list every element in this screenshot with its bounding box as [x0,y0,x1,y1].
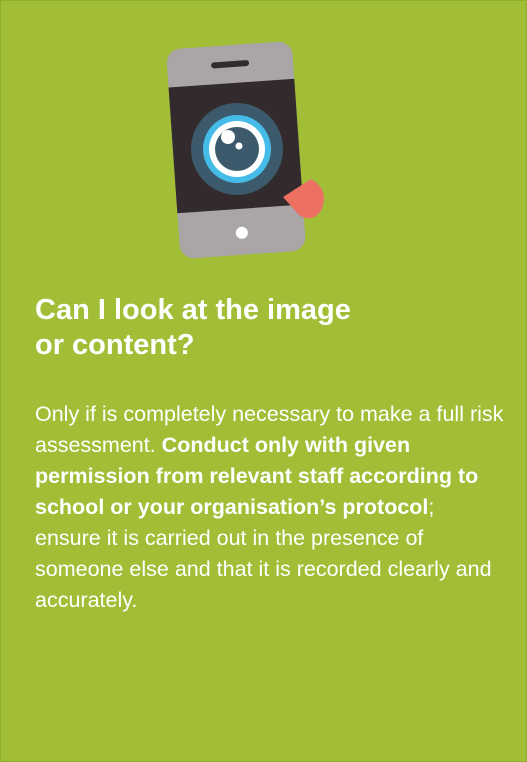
heading-line-2: or content? [35,329,195,361]
lens-highlight-small [235,142,243,150]
lens-center [215,127,259,171]
illustration [151,39,341,264]
info-card: Can I look at the image or content? Only … [0,0,527,762]
lens-highlight-large [221,130,235,144]
smartphone-camera-lens-icon [166,41,324,259]
heading-line-1: Can I look at the image [35,294,351,326]
card-body-text: Only if is completely necessary to make … [35,399,505,616]
card-heading: Can I look at the image or content? [35,293,475,363]
